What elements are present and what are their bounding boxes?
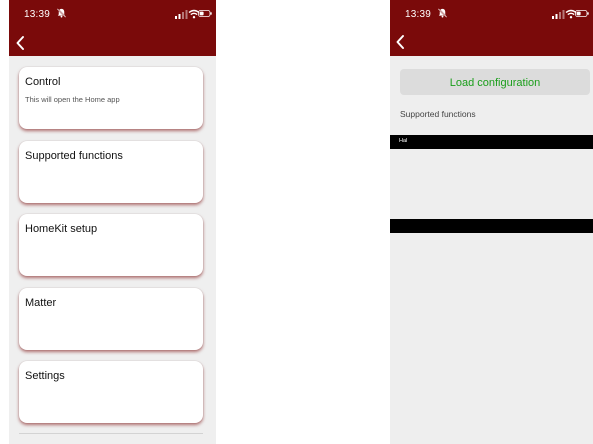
menu-card-control[interactable]: Control This will open the Home app bbox=[19, 67, 203, 129]
load-configuration-button[interactable]: Load configuration bbox=[400, 69, 590, 95]
divider bbox=[19, 433, 203, 434]
silent-bell-icon bbox=[56, 8, 67, 18]
function-row-label: Hal bbox=[399, 138, 408, 144]
right-phone-screen: 13:39 Load configuration Supported funct… bbox=[390, 0, 593, 444]
card-title: Supported functions bbox=[25, 150, 123, 162]
nav-bar bbox=[390, 30, 593, 56]
cellular-signal-icon bbox=[552, 10, 565, 19]
cellular-signal-icon bbox=[175, 10, 188, 19]
menu-card-settings[interactable]: Settings bbox=[19, 361, 203, 423]
status-bar: 13:39 bbox=[9, 0, 216, 30]
status-bar: 13:39 bbox=[390, 0, 593, 30]
card-subtitle: This will open the Home app bbox=[25, 95, 120, 104]
card-title: Settings bbox=[25, 370, 65, 382]
card-title: Control bbox=[25, 76, 61, 88]
card-title: Matter bbox=[25, 297, 57, 309]
back-chevron-icon[interactable] bbox=[395, 34, 405, 50]
battery-icon bbox=[575, 10, 589, 17]
card-title: HomeKit setup bbox=[25, 223, 98, 235]
silent-bell-icon bbox=[437, 8, 448, 18]
menu-card-matter[interactable]: Matter bbox=[19, 288, 203, 350]
left-phone-screen: 13:39 Control This will open the Home ap… bbox=[9, 0, 216, 444]
battery-icon bbox=[198, 10, 212, 17]
function-row-footer bbox=[390, 219, 593, 233]
section-label-supported-functions: Supported functions bbox=[400, 109, 476, 119]
menu-card-supported-functions[interactable]: Supported functions bbox=[19, 141, 203, 203]
status-time: 13:39 bbox=[24, 9, 51, 20]
back-chevron-icon[interactable] bbox=[15, 35, 25, 51]
nav-bar bbox=[9, 30, 216, 56]
menu-card-homekit-setup[interactable]: HomeKit setup bbox=[19, 214, 203, 276]
status-time: 13:39 bbox=[405, 9, 432, 20]
function-row-header[interactable]: Hal bbox=[390, 135, 593, 149]
